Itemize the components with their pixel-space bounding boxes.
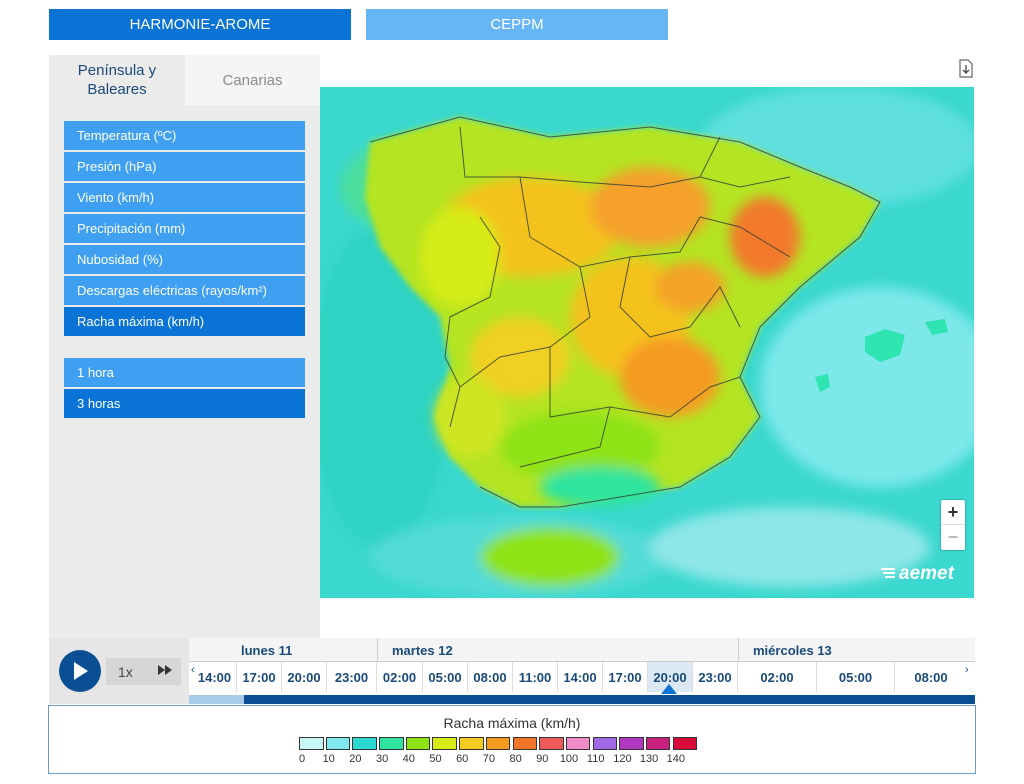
timeline-prev-icon[interactable]: ‹ [191,664,195,676]
forecast-map[interactable] [320,87,974,598]
hour-slot[interactable]: 17:00 [603,662,648,692]
map-image [320,87,974,598]
hour-slot[interactable]: 05:00 [817,662,895,692]
speed-value: 1x [118,663,133,680]
variable-list: Temperatura (ºC) Presión (hPa) Viento (k… [64,121,305,338]
legend-tick-label: 0 [298,753,306,765]
play-button[interactable] [59,650,101,692]
legend-tick-label: 50 [429,753,442,765]
legend-swatch [512,737,537,750]
aemet-logo: aemet [880,563,954,585]
variable-precipitacion[interactable]: Precipitación (mm) [64,214,305,243]
legend-swatch [619,737,644,750]
current-time-marker [661,684,677,694]
legend-swatch [405,737,431,750]
model-harmonie-button[interactable]: HARMONIE-AROME [49,9,351,40]
tab-canarias[interactable]: Canarias [185,55,320,105]
legend-tick-label: 110 [586,753,605,765]
legend-swatch [379,737,404,750]
variable-temperatura[interactable]: Temperatura (ºC) [64,121,305,150]
zoom-out-button[interactable]: − [941,525,965,550]
legend-tick-label: 30 [375,753,389,765]
download-icon[interactable] [957,59,974,78]
legend-swatch [432,737,457,750]
day-label: martes 12 [392,642,453,658]
hour-slot[interactable]: 11:00 [513,662,558,692]
timeline-hours: 14:00 17:00 20:00 23:00 02:00 05:00 08:0… [189,662,975,694]
legend-title: Racha máxima (km/h) [443,715,581,731]
legend-swatch [565,737,591,750]
day-label: miércoles 13 [753,642,832,658]
hour-slot[interactable]: 17:00 [237,662,282,692]
legend-swatch [459,737,484,750]
tab-peninsula[interactable]: Península y Baleares [49,55,185,105]
hour-slot[interactable]: 20:00 [282,662,327,692]
day-label: lunes 11 [241,642,293,658]
timeline-days: lunes 11 martes 12 miércoles 13 [189,638,975,662]
variable-descargas[interactable]: Descargas eléctricas (rayos/km²) [64,276,305,305]
aemet-logo-text: aemet [899,563,954,584]
hour-slot[interactable]: 14:00 [193,662,237,692]
legend: Racha máxima (km/h) 0 10 20 30 40 50 60 70 80 90 1… [48,705,976,774]
legend-swatch [645,737,671,750]
legend-ticks: 0 10 20 30 40 50 60 70 80 90 100 110 120 130 140 [287,753,707,769]
legend-swatch [592,737,618,750]
time-step-list: 1 hora 3 horas [64,358,305,420]
hour-slot[interactable]: 14:00 [558,662,603,692]
hour-slot[interactable]: 02:00 [738,662,817,692]
variable-viento[interactable]: Viento (km/h) [64,183,305,212]
step-3-horas[interactable]: 3 horas [64,389,305,418]
timeline: lunes 11 martes 12 miércoles 13 14:00 17… [189,638,975,704]
legend-swatch [299,737,324,750]
day-separator [738,638,739,662]
legend-tick-label: 140 [666,753,685,765]
hour-slot[interactable]: 23:00 [327,662,377,692]
hour-slot[interactable]: 02:00 [377,662,423,692]
legend-swatch [325,737,351,750]
legend-tick-label: 80 [509,753,522,765]
hour-slot[interactable]: 05:00 [423,662,468,692]
legend-tick-label: 130 [639,753,659,765]
hour-slot[interactable]: 08:00 [895,662,967,692]
zoom-in-button[interactable]: + [941,500,965,525]
hour-slot[interactable]: 23:00 [693,662,738,692]
legend-swatches [299,737,699,750]
legend-tick-label: 20 [349,753,362,765]
timeline-progress-bar[interactable] [189,695,975,704]
model-ceppm-button[interactable]: CEPPM [366,9,668,40]
fast-forward-icon[interactable] [157,664,173,679]
hour-slot[interactable]: 08:00 [468,662,513,692]
variable-racha-maxima[interactable]: Racha máxima (km/h) [64,307,305,336]
legend-tick-label: 60 [456,753,469,765]
aemet-logo-mark [880,565,896,581]
legend-tick-label: 40 [402,753,415,765]
step-1-hora[interactable]: 1 hora [64,358,305,387]
legend-swatch [485,737,511,750]
legend-swatch [352,737,377,750]
legend-tick-label: 100 [559,753,579,765]
timeline-next-icon[interactable]: › [965,664,969,676]
sidebar: Península y Baleares Canarias Temperatur… [49,55,320,638]
legend-swatch [672,737,698,750]
timeline-progress-start [189,695,244,704]
variable-nubosidad[interactable]: Nubosidad (%) [64,245,305,274]
legend-tick-label: 90 [536,753,549,765]
legend-swatch [539,737,564,750]
variable-presion[interactable]: Presión (hPa) [64,152,305,181]
speed-control[interactable]: 1x [106,658,181,685]
zoom-control: + − [941,500,965,550]
legend-tick-label: 120 [613,753,632,765]
play-icon [74,662,88,680]
legend-tick-label: 10 [322,753,335,765]
region-tabs: Península y Baleares Canarias [49,55,320,105]
day-separator [377,638,378,662]
legend-tick-label: 70 [482,753,496,765]
